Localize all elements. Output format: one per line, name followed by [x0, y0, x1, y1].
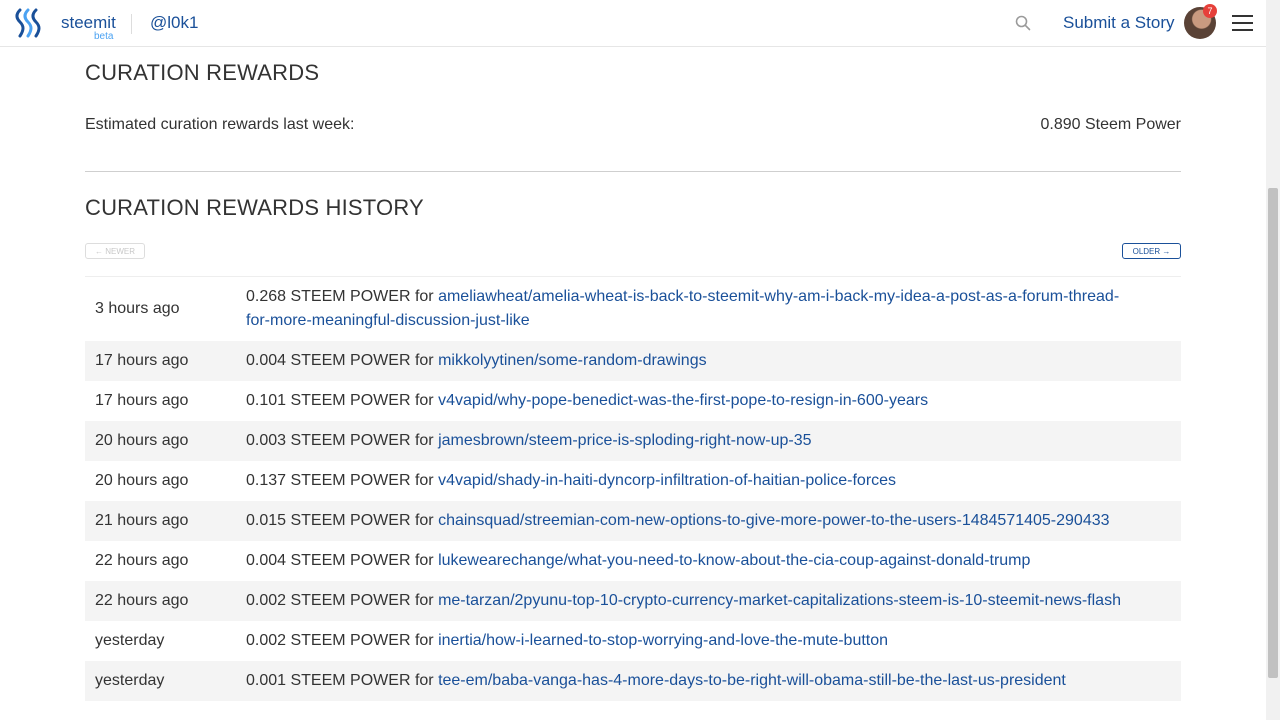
- reward-amount: 0.002 STEEM POWER for: [246, 632, 439, 649]
- post-link[interactable]: tee-em/baba-vanga-has-4-more-days-to-be-…: [438, 672, 1066, 689]
- older-button[interactable]: OLDER →: [1122, 243, 1181, 259]
- username-link[interactable]: @l0k1: [150, 13, 198, 33]
- table-row: 3 hours ago 0.268 STEEM POWER for ameliaw…: [85, 277, 1181, 341]
- post-link[interactable]: inertia/how-i-learned-to-stop-worrying-a…: [438, 632, 888, 649]
- beta-label: beta: [94, 31, 114, 42]
- curation-rewards-title: CURATION REWARDS: [85, 60, 320, 85]
- table-row: 20 hours ago 0.137 STEEM POWER for v4vapi…: [85, 461, 1181, 501]
- hamburger-menu-icon[interactable]: [1232, 15, 1253, 32]
- page-scrollbar[interactable]: [1266, 0, 1280, 720]
- curation-history-title: CURATION REWARDS HISTORY: [85, 195, 424, 220]
- reward-description: 0.003 STEEM POWER for jamesbrown/steem-p…: [236, 421, 1181, 461]
- table-row: 17 hours ago 0.101 STEEM POWER for v4vapi…: [85, 381, 1181, 421]
- estimate-label: Estimated curation rewards last week:: [85, 116, 355, 133]
- post-link[interactable]: lukewearechange/what-you-need-to-know-ab…: [438, 552, 1030, 569]
- post-link[interactable]: mikkolyytinen/some-random-drawings: [438, 352, 707, 369]
- reward-amount: 0.004 STEEM POWER for: [246, 552, 439, 569]
- steemit-logo-icon[interactable]: [14, 8, 46, 38]
- table-row: 21 hours ago 0.015 STEEM POWER for chains…: [85, 501, 1181, 541]
- newer-button[interactable]: ← NEWER: [85, 243, 145, 259]
- reward-amount: 0.137 STEEM POWER for: [246, 472, 439, 489]
- reward-amount: 0.002 STEEM POWER for: [246, 592, 439, 609]
- post-link[interactable]: chainsquad/streemian-com-new-options-to-…: [438, 512, 1109, 529]
- table-row: 22 hours ago 0.004 STEEM POWER for lukewe…: [85, 541, 1181, 581]
- reward-time: yesterday: [95, 632, 165, 649]
- submit-story-link[interactable]: Submit a Story: [1063, 13, 1175, 33]
- reward-amount: 0.015 STEEM POWER for: [246, 512, 439, 529]
- post-link[interactable]: me-tarzan/2pyunu-top-10-crypto-currency-…: [438, 592, 1121, 609]
- reward-time: 20 hours ago: [95, 472, 189, 489]
- curation-history-table: 3 hours ago 0.268 STEEM POWER for ameliaw…: [85, 276, 1181, 701]
- reward-time: 21 hours ago: [95, 512, 189, 529]
- reward-description: 0.015 STEEM POWER for chainsquad/streemi…: [236, 501, 1181, 541]
- reward-description: 0.268 STEEM POWER for ameliawheat/amelia…: [236, 277, 1181, 341]
- table-row: 20 hours ago 0.003 STEEM POWER for jamesb…: [85, 421, 1181, 461]
- reward-amount: 0.003 STEEM POWER for: [246, 432, 439, 449]
- section-divider: [85, 171, 1181, 172]
- reward-amount: 0.004 STEEM POWER for: [246, 352, 439, 369]
- scrollbar-thumb[interactable]: [1268, 188, 1278, 678]
- reward-amount: 0.001 STEEM POWER for: [246, 672, 439, 689]
- brand-name[interactable]: steemit: [61, 13, 116, 33]
- top-navigation-bar: steemit beta @l0k1 Submit a Story 7: [0, 0, 1266, 47]
- reward-description: 0.137 STEEM POWER for v4vapid/shady-in-h…: [236, 461, 1181, 501]
- reward-description: 0.001 STEEM POWER for tee-em/baba-vanga-…: [236, 661, 1181, 701]
- reward-description: 0.004 STEEM POWER for mikkolyytinen/some…: [236, 341, 1181, 381]
- reward-amount: 0.101 STEEM POWER for: [246, 392, 439, 409]
- reward-description: 0.002 STEEM POWER for inertia/how-i-lear…: [236, 621, 1181, 661]
- table-row: 22 hours ago 0.002 STEEM POWER for me-tar…: [85, 581, 1181, 621]
- table-row: yesterday 0.002 STEEM POWER for inertia/h…: [85, 621, 1181, 661]
- reward-description: 0.101 STEEM POWER for v4vapid/why-pope-b…: [236, 381, 1181, 421]
- post-link[interactable]: v4vapid/shady-in-haiti-dyncorp-infiltrat…: [438, 472, 896, 489]
- post-link[interactable]: v4vapid/why-pope-benedict-was-the-first-…: [438, 392, 928, 409]
- reward-description: 0.002 STEEM POWER for me-tarzan/2pyunu-t…: [236, 581, 1181, 621]
- reward-time: 17 hours ago: [95, 392, 189, 409]
- reward-time: 3 hours ago: [95, 300, 180, 317]
- table-row: yesterday 0.001 STEEM POWER for tee-em/ba…: [85, 661, 1181, 701]
- reward-time: 17 hours ago: [95, 352, 189, 369]
- reward-amount: 0.268 STEEM POWER for: [246, 288, 439, 305]
- header-divider: [131, 14, 132, 34]
- reward-time: 22 hours ago: [95, 552, 189, 569]
- notification-badge: 7: [1203, 4, 1217, 18]
- post-link[interactable]: jamesbrown/steem-price-is-sploding-right…: [438, 432, 811, 449]
- reward-time: 20 hours ago: [95, 432, 189, 449]
- reward-description: 0.004 STEEM POWER for lukewearechange/wh…: [236, 541, 1181, 581]
- reward-time: yesterday: [95, 672, 165, 689]
- reward-time: 22 hours ago: [95, 592, 189, 609]
- estimate-value: 0.890 Steem Power: [1040, 116, 1181, 133]
- search-icon[interactable]: [1014, 14, 1032, 32]
- table-row: 17 hours ago 0.004 STEEM POWER for mikkol…: [85, 341, 1181, 381]
